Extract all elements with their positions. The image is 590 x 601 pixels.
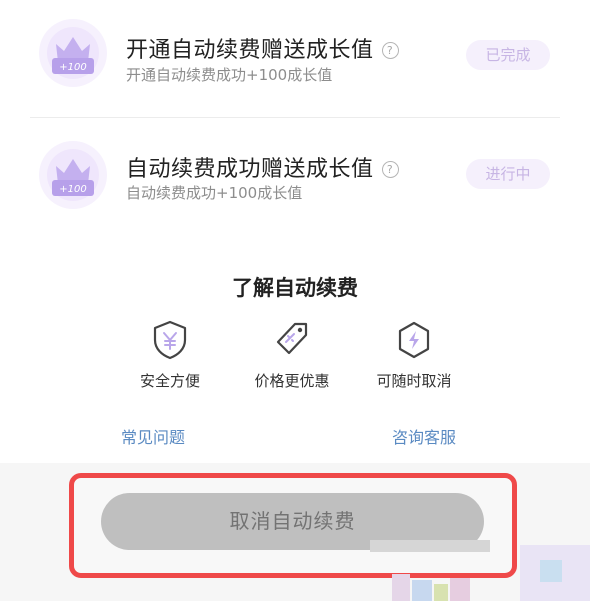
feature-secure: 安全方便 (100, 320, 240, 391)
shield-yen-icon (153, 320, 187, 360)
task-title: 开通自动续费赠送成长值? (126, 32, 399, 64)
help-icon[interactable]: ? (381, 161, 399, 178)
task-description: 开通自动续费成功+100成长值 (126, 66, 333, 84)
feature-label: 价格更优惠 (254, 372, 330, 390)
feature-label: 安全方便 (139, 372, 200, 390)
task-title: 自动续费成功赠送成长值? (126, 151, 399, 183)
feature-price: 价格更优惠 (222, 320, 362, 391)
crown-badge-icon: +100 (39, 19, 107, 87)
task-description: 自动续费成功+100成长值 (126, 184, 303, 202)
price-tag-icon (276, 322, 308, 355)
faq-link[interactable]: 常见问题 (121, 424, 185, 448)
help-icon[interactable]: ? (381, 42, 399, 59)
task-card: +100 开通自动续费赠送成长值? 开通自动续费成功+100成长值 已完成 (30, 0, 560, 118)
status-badge-completed: 已完成 (466, 40, 550, 70)
section-title: 了解自动续费 (232, 276, 358, 300)
svg-text:+100: +100 (59, 62, 86, 73)
customer-service-link[interactable]: 咨询客服 (392, 424, 456, 448)
feature-cancel-anytime: 可随时取消 (344, 320, 484, 391)
lightning-hexagon-icon (398, 321, 430, 359)
svg-text:+100: +100 (59, 184, 86, 195)
status-badge-in-progress: 进行中 (466, 159, 550, 189)
task-card: +100 自动续费成功赠送成长值? 自动续费成功+100成长值 进行中 (30, 118, 560, 236)
feature-label: 可随时取消 (376, 372, 452, 390)
crown-badge-icon: +100 (39, 141, 107, 209)
